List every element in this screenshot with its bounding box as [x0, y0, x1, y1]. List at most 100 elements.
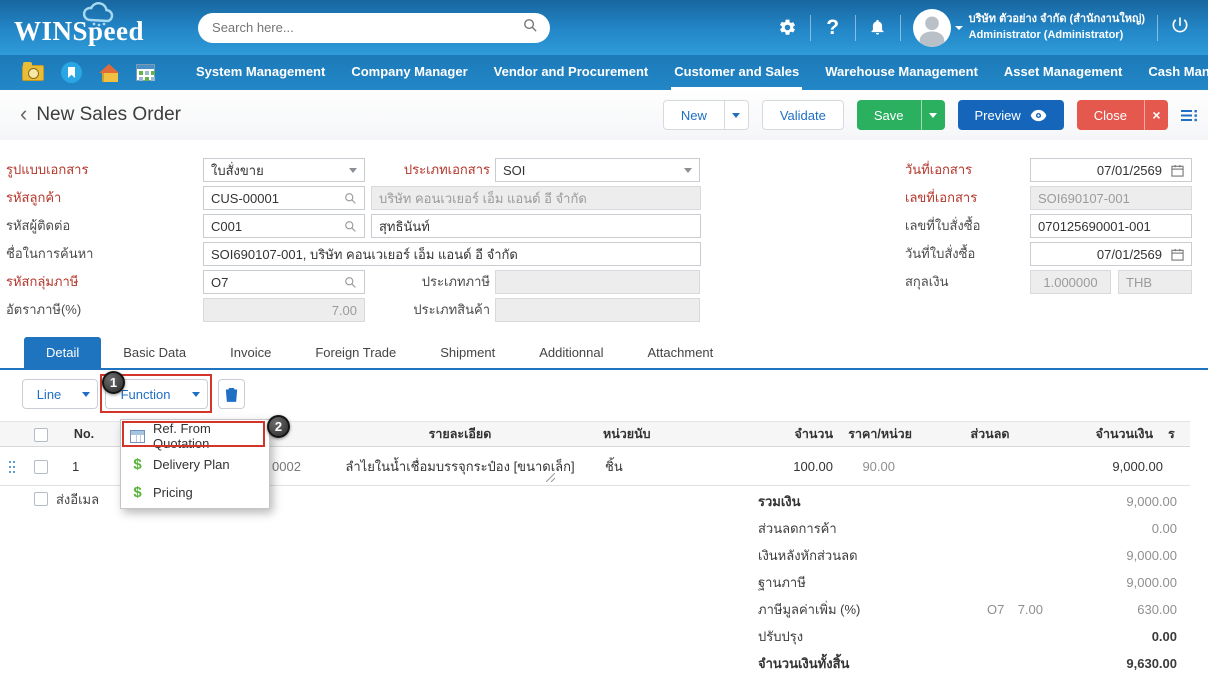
calendar-icon[interactable] — [1171, 248, 1184, 261]
settings-gear-icon[interactable] — [766, 18, 810, 37]
nav-company-manager[interactable]: Company Manager — [338, 55, 480, 90]
list-view-icon[interactable] — [1181, 108, 1198, 123]
select-all-checkbox[interactable] — [34, 428, 48, 442]
tab-foreign-trade[interactable]: Foreign Trade — [293, 337, 418, 368]
line-dropdown-caret-icon[interactable] — [75, 380, 97, 408]
po-date-input[interactable]: 07/01/2569 — [1030, 242, 1192, 266]
preview-button[interactable]: Preview — [958, 100, 1064, 130]
calendar-grid-icon[interactable] — [136, 64, 155, 81]
label-po-date: วันที่ใบสั่งซื้อ — [905, 242, 975, 266]
doc-type-value: SOI — [503, 163, 525, 178]
save-dropdown-caret-icon[interactable] — [921, 100, 945, 130]
line-button-label: Line — [23, 380, 75, 408]
divider — [1157, 15, 1158, 41]
close-button[interactable]: Close × — [1077, 100, 1168, 130]
search-lookup-icon[interactable] — [344, 192, 357, 205]
cloud-icon — [78, 2, 120, 35]
user-role: Administrator (Administrator) — [969, 28, 1145, 43]
delete-row-button[interactable] — [218, 379, 245, 409]
po-no-field[interactable] — [1038, 219, 1184, 234]
label-currency: สกุลเงิน — [905, 270, 948, 294]
recent-folder-icon[interactable] — [22, 65, 44, 81]
tab-attachment[interactable]: Attachment — [626, 337, 736, 368]
tax-group-field[interactable] — [211, 275, 344, 290]
dollar-icon: $ — [130, 484, 145, 501]
help-icon[interactable]: ? — [811, 16, 855, 40]
nav-cash-management[interactable]: Cash Management — [1135, 55, 1208, 90]
nav-system-management[interactable]: System Management — [183, 55, 338, 90]
doc-format-select[interactable]: ใบสั่งขาย — [203, 158, 365, 182]
user-avatar[interactable] — [913, 9, 951, 47]
summary-value: 630.00 — [1137, 602, 1177, 617]
save-button[interactable]: Save — [857, 100, 945, 130]
validate-button[interactable]: Validate — [762, 100, 844, 130]
home-icon[interactable] — [99, 64, 119, 82]
po-no-input[interactable] — [1030, 214, 1192, 238]
user-info[interactable]: บริษัท ตัวอย่าง จำกัด (สำนักงานใหญ่) Adm… — [969, 12, 1145, 43]
nav-asset-management[interactable]: Asset Management — [991, 55, 1135, 90]
bookmark-icon[interactable] — [61, 62, 82, 83]
doc-date-input[interactable]: 07/01/2569 — [1030, 158, 1192, 182]
top-right-tools: ? บริษัท ตัวอย่าง จำกัด (สำนักงานใหญ่) A… — [766, 9, 1198, 47]
customer-code-field[interactable] — [211, 191, 344, 206]
drag-handle-icon[interactable] — [9, 461, 11, 463]
row-unit-price[interactable]: 90.00 — [838, 448, 895, 486]
nav-warehouse-management[interactable]: Warehouse Management — [812, 55, 991, 90]
notifications-bell-icon[interactable] — [856, 18, 900, 37]
global-search[interactable] — [198, 13, 550, 43]
menu-delivery-plan[interactable]: $ Delivery Plan — [121, 450, 269, 478]
contact-name-input[interactable] — [371, 214, 701, 238]
contact-code-field[interactable] — [211, 219, 344, 234]
back-chevron-icon[interactable]: ‹ — [20, 101, 27, 127]
tab-detail[interactable]: Detail — [24, 337, 101, 368]
contact-name-field[interactable] — [379, 219, 693, 234]
search-lookup-icon[interactable] — [344, 220, 357, 233]
col-amount: จำนวนเงิน — [1050, 422, 1153, 447]
doc-no-display: SOI690107-001 — [1030, 186, 1192, 210]
detail-tabs: Detail Basic Data Invoice Foreign Trade … — [0, 337, 1208, 370]
app-logo[interactable]: WINSpeed — [14, 8, 144, 47]
row-discount[interactable] — [950, 448, 1030, 486]
tab-shipment[interactable]: Shipment — [418, 337, 517, 368]
page-titlebar: ‹ New Sales Order New Validate Save Prev… — [0, 90, 1208, 140]
customer-name-display: บริษัท คอนเวเยอร์ เอ็ม แอนด์ อี จำกัด — [371, 186, 701, 210]
doc-type-select[interactable]: SOI — [495, 158, 700, 182]
tax-group-input[interactable] — [203, 270, 365, 294]
currency-unit-value: THB — [1126, 275, 1152, 290]
col-no: No. — [64, 422, 104, 447]
resize-grip-icon[interactable] — [546, 469, 555, 487]
nav-vendor-procurement[interactable]: Vendor and Procurement — [481, 55, 662, 90]
contact-code-input[interactable] — [203, 214, 365, 238]
user-menu-chevron-icon[interactable] — [955, 26, 963, 34]
close-x-icon[interactable]: × — [1144, 100, 1168, 130]
menu-ref-from-quotation[interactable]: Ref. From Quotation — [121, 422, 269, 450]
summary-value: 9,000.00 — [1126, 494, 1177, 509]
row-checkbox[interactable] — [34, 460, 48, 474]
row-quantity[interactable]: 100.00 — [740, 448, 833, 486]
line-button[interactable]: Line — [22, 379, 98, 409]
search-name-input[interactable] — [203, 242, 701, 266]
customer-code-input[interactable] — [203, 186, 365, 210]
tab-additionnal[interactable]: Additionnal — [517, 337, 625, 368]
send-email-checkbox[interactable] — [34, 492, 48, 506]
tab-basic-data[interactable]: Basic Data — [101, 337, 208, 368]
currency-rate-display: 1.000000 — [1030, 270, 1111, 294]
item-type-display — [495, 298, 700, 322]
menu-pricing[interactable]: $ Pricing — [121, 478, 269, 506]
function-dropdown-caret-icon[interactable] — [185, 380, 207, 408]
logout-power-icon[interactable] — [1170, 15, 1190, 40]
currency-unit-display: THB — [1118, 270, 1192, 294]
search-lookup-icon[interactable] — [344, 276, 357, 289]
summary-label: ภาษีมูลค่าเพิ่ม (%) — [758, 599, 860, 620]
search-name-field[interactable] — [211, 247, 693, 262]
new-button-label: New — [664, 101, 724, 129]
search-icon[interactable] — [523, 18, 538, 38]
tab-invoice[interactable]: Invoice — [208, 337, 293, 368]
nav-customer-sales[interactable]: Customer and Sales — [661, 55, 812, 90]
summary-row-adjustment: ปรับปรุง 0.00 — [740, 623, 1177, 650]
new-dropdown-caret-icon[interactable] — [724, 101, 748, 129]
new-button[interactable]: New — [663, 100, 749, 130]
calendar-icon[interactable] — [1171, 164, 1184, 177]
search-input[interactable] — [210, 19, 523, 36]
summary-label: ส่วนลดการค้า — [758, 518, 837, 539]
